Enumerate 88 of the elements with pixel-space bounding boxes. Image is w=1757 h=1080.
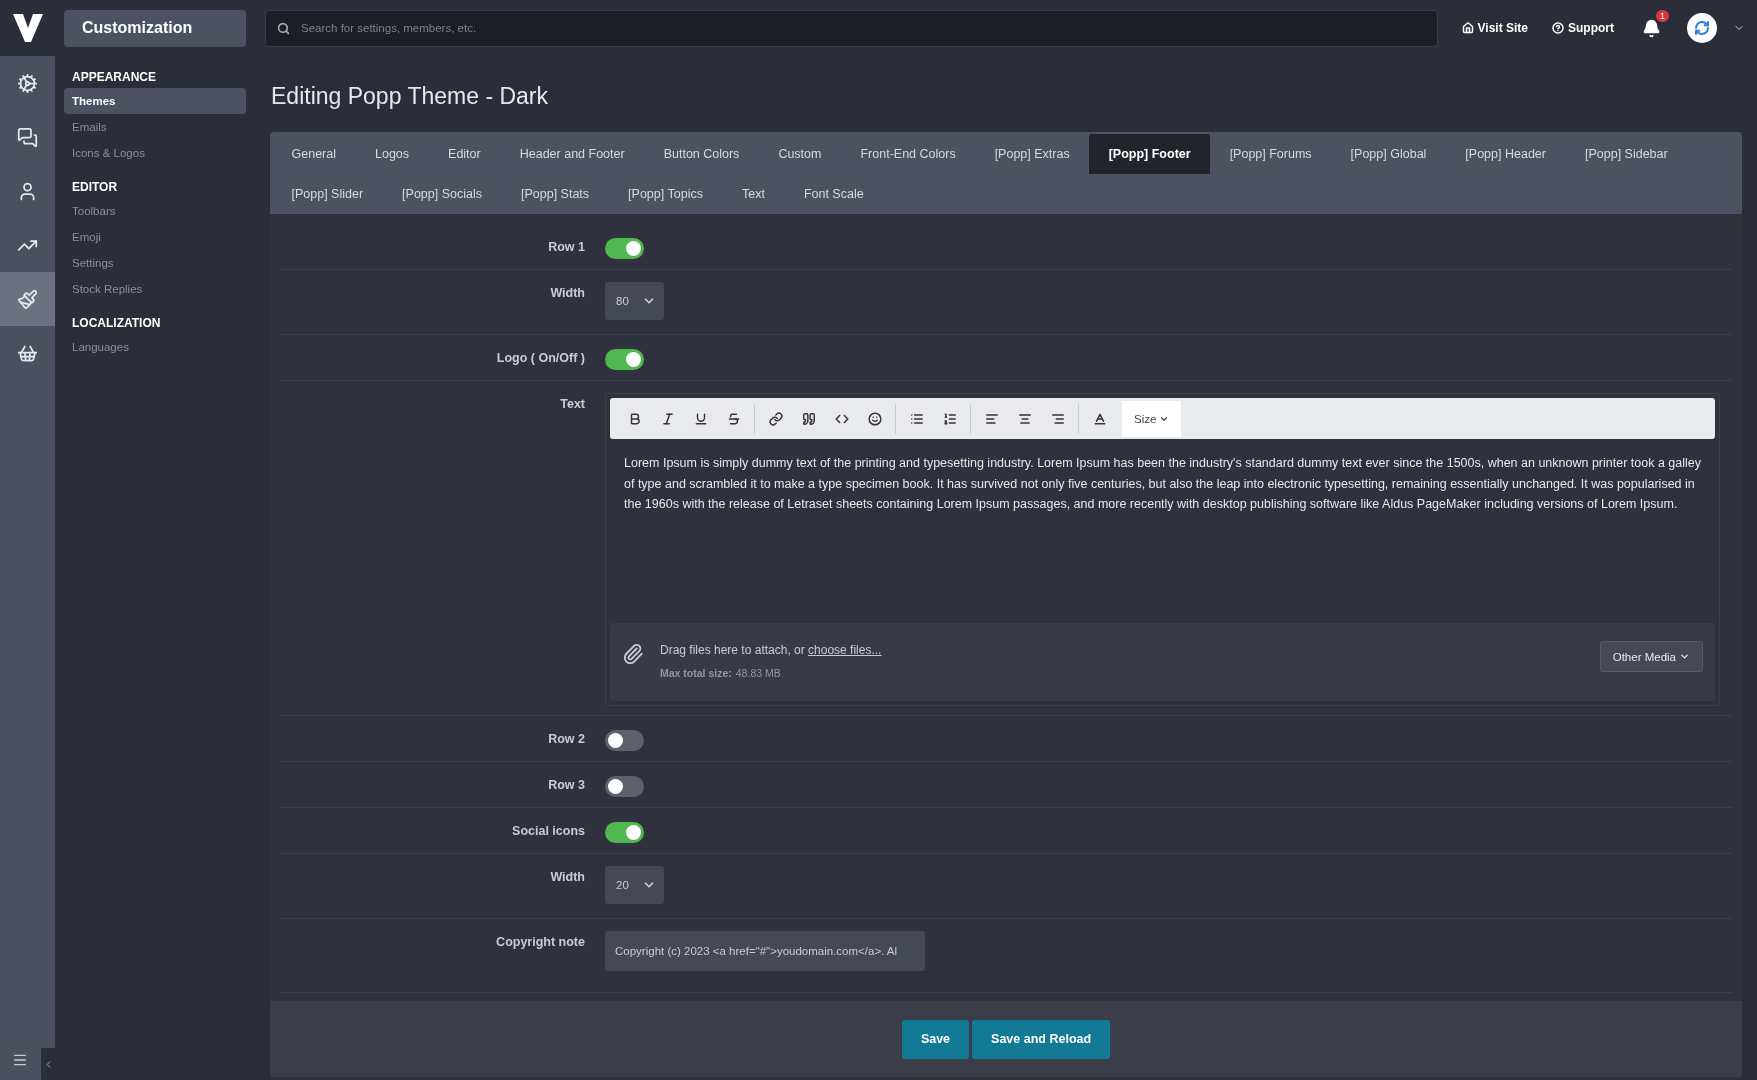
quote-icon bbox=[801, 411, 816, 426]
strikethrough-icon bbox=[726, 411, 741, 426]
field-label: Copyright note bbox=[495, 934, 586, 951]
tab[interactable]: Front-End Colors bbox=[840, 134, 976, 174]
tab[interactable]: Logos bbox=[355, 134, 429, 174]
gears-icon bbox=[17, 72, 38, 94]
tab[interactable]: [Popp] Extras bbox=[975, 134, 1090, 174]
tab[interactable]: [Popp] Sidebar bbox=[1565, 134, 1688, 174]
editor-text[interactable]: Lorem Ipsum is simply dummy text of the printing and typesetting industry. Lorem Ipsum has been the industry's standard dummy text ever since the 1500s, when an unknown printer took a galley of type and scrambled it to make a type specimen book. It has survived not only five centuries, but also the leap into electronic typesetting, remaining essentially unchanged. It was popularised in the 1960s with the release of Letraset sheets containing Lorem Ipsum passages, and more recently with desktop publishing software like Aldus PageMaker including versions of Lorem Ipsum. bbox=[610, 439, 1715, 623]
smiley-icon bbox=[867, 411, 882, 426]
home-icon bbox=[1461, 22, 1474, 34]
notification-count: 1 bbox=[1656, 9, 1669, 22]
choose-files-link[interactable]: choose files... bbox=[808, 643, 882, 657]
sidebar-heading: EDITOR bbox=[71, 179, 119, 196]
search-field[interactable]: Search for settings, members, etc. bbox=[265, 9, 1438, 47]
sidebar-item[interactable]: Icons & Logos bbox=[64, 140, 246, 166]
align-left-icon bbox=[984, 411, 999, 426]
align-center-icon bbox=[1017, 411, 1032, 426]
size-limit-value: 48.83 MB bbox=[735, 667, 781, 679]
field-label: Row 1 bbox=[547, 239, 586, 256]
sidebar-item[interactable]: Stock Replies bbox=[64, 276, 246, 302]
menu-icon[interactable] bbox=[12, 1052, 28, 1068]
sync-icon bbox=[1694, 20, 1710, 36]
tab[interactable]: Custom bbox=[758, 134, 841, 174]
field-label: Text bbox=[559, 396, 586, 413]
header-link[interactable]: Support bbox=[1552, 21, 1614, 35]
width-select[interactable]: 20 bbox=[605, 866, 664, 904]
size-dropdown[interactable]: Size bbox=[1122, 400, 1182, 437]
size-limit-label: Max total size: bbox=[660, 667, 732, 679]
align-right-icon bbox=[1050, 411, 1065, 426]
tab[interactable]: General bbox=[272, 134, 356, 174]
user-avatar[interactable] bbox=[1687, 13, 1717, 43]
brush-icon bbox=[17, 288, 38, 310]
tab[interactable]: [Popp] Topics bbox=[608, 174, 723, 214]
field-label: Width bbox=[549, 869, 586, 886]
sidebar-item[interactable]: Emoji bbox=[64, 224, 246, 250]
sidebar-item[interactable]: Settings bbox=[64, 250, 246, 276]
field-label: Row 3 bbox=[547, 777, 586, 794]
sidebar-heading: APPEARANCE bbox=[71, 69, 157, 86]
tab[interactable]: [Popp] Forums bbox=[1210, 134, 1332, 174]
sidebar-item[interactable]: Languages bbox=[64, 334, 246, 360]
tab[interactable]: Button Colors bbox=[644, 134, 759, 174]
header-link[interactable]: Visit Site bbox=[1461, 21, 1528, 35]
field-label: Row 2 bbox=[547, 731, 586, 748]
sidebar-heading: LOCALIZATION bbox=[71, 315, 162, 332]
underline-icon bbox=[693, 411, 708, 426]
copyright-field[interactable]: Copyright (c) 2023 <a href="#">youdomain.com</a>. Al bbox=[605, 931, 925, 971]
toggle-switch[interactable] bbox=[605, 349, 644, 370]
text-color-icon bbox=[1092, 411, 1107, 426]
brush-nav-button[interactable] bbox=[0, 272, 55, 326]
bell-icon[interactable] bbox=[1642, 18, 1661, 38]
tab[interactable]: [Popp] Stats bbox=[501, 174, 609, 214]
tab[interactable]: [Popp] Global bbox=[1331, 134, 1446, 174]
link-icon bbox=[768, 411, 783, 426]
italic-icon bbox=[660, 411, 675, 426]
tab[interactable]: Editor bbox=[428, 134, 501, 174]
toggle-switch[interactable] bbox=[605, 822, 644, 843]
tab[interactable]: [Popp] Header bbox=[1445, 134, 1566, 174]
toggle-switch[interactable] bbox=[605, 776, 644, 797]
search-icon bbox=[277, 21, 290, 35]
save-button[interactable]: Save and Reload bbox=[972, 1019, 1111, 1059]
field-label: Width bbox=[549, 285, 586, 302]
section-title: Customization bbox=[64, 9, 246, 47]
page-title: Editing Popp Theme - Dark bbox=[271, 83, 549, 110]
bullet-list-icon bbox=[909, 411, 924, 426]
numbered-list-icon bbox=[942, 411, 957, 426]
toggle-switch[interactable] bbox=[605, 238, 644, 259]
help-icon bbox=[1552, 22, 1564, 34]
sidebar-item[interactable]: Emails bbox=[64, 114, 246, 140]
tab[interactable]: Header and Footer bbox=[500, 134, 645, 174]
tab[interactable]: Font Scale bbox=[784, 174, 884, 214]
field-label: Social icons bbox=[511, 823, 586, 840]
other-media-button[interactable]: Other Media bbox=[1599, 641, 1703, 672]
sidebar-item[interactable]: Toolbars bbox=[64, 198, 246, 224]
tab[interactable]: [Popp] Socials bbox=[382, 174, 502, 214]
tab[interactable]: [Popp] Footer bbox=[1089, 134, 1211, 174]
paperclip-icon bbox=[622, 643, 644, 665]
logo-icon[interactable] bbox=[12, 14, 43, 42]
chat-icon bbox=[17, 126, 38, 148]
field-label: Logo ( On/Off ) bbox=[495, 350, 586, 367]
caret-icon bbox=[1679, 651, 1690, 662]
width-select[interactable]: 80 bbox=[605, 282, 664, 320]
toggle-switch[interactable] bbox=[605, 730, 644, 751]
tab[interactable]: [Popp] Slider bbox=[272, 174, 383, 214]
tab[interactable]: Text bbox=[722, 174, 785, 214]
attach-instructions: Drag files here to attach, or choose files... bbox=[660, 643, 883, 657]
save-button[interactable]: Save bbox=[901, 1019, 970, 1059]
sidebar-item[interactable]: Themes bbox=[64, 88, 246, 114]
